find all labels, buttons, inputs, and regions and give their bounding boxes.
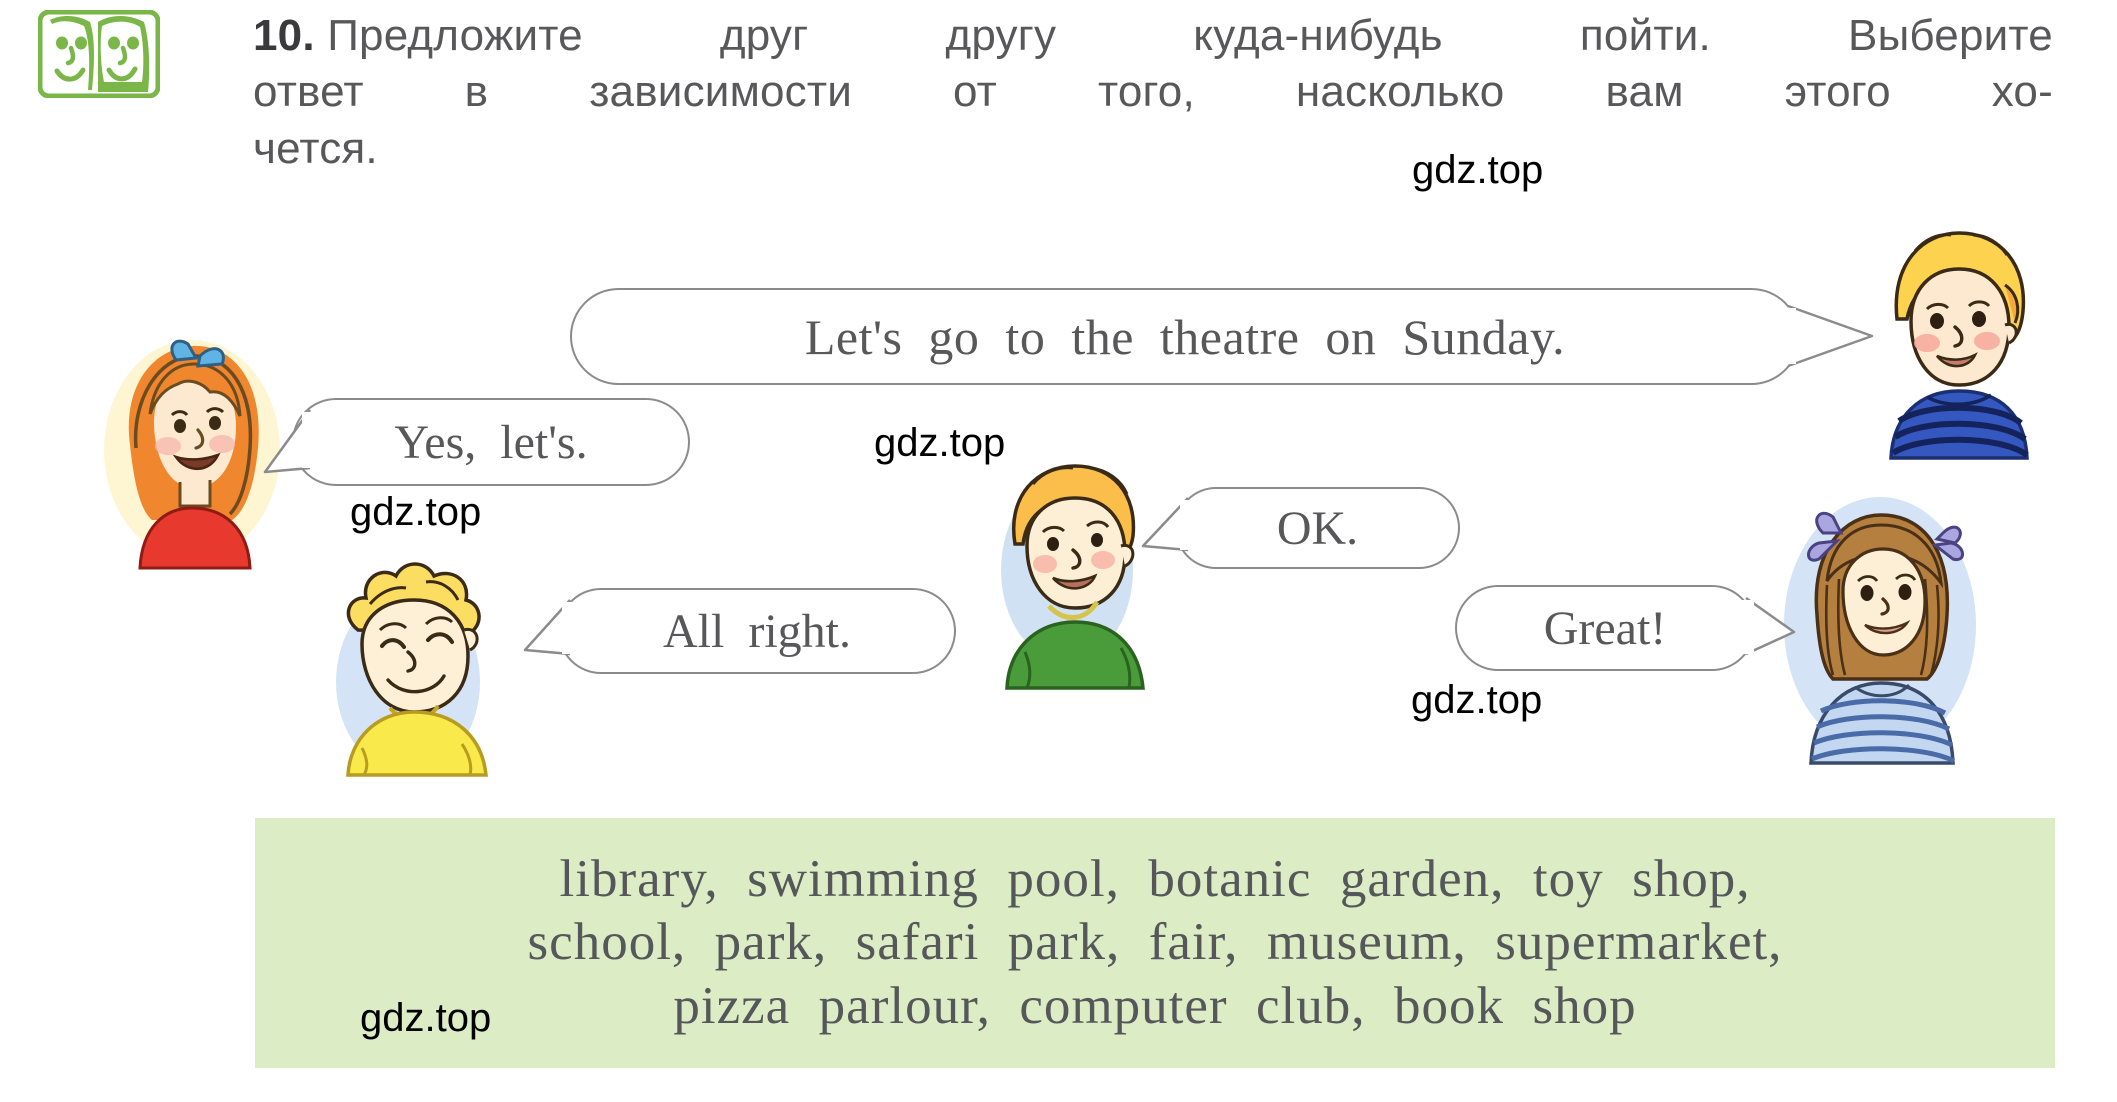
exercise-instruction: 10. Предложите друг другу куда-нибудь по… (253, 8, 2053, 177)
instruction-line-1: 10. Предложите друг другу куда-нибудь по… (253, 8, 2053, 64)
speech-bubble-great: Great! (1455, 585, 1755, 671)
speech-bubble-prompt-tail (1786, 304, 1874, 368)
speech-bubble-great-tail (1742, 596, 1796, 656)
word-bank-line-3: pizza parlour, computer club, book shop (673, 976, 1637, 1035)
word: хо- (1991, 67, 2053, 117)
watermark: gdz.top (360, 996, 492, 1040)
speech-bubble-yes-lets-tail (263, 409, 312, 474)
watermark: gdz.top (874, 421, 1006, 465)
word: от (952, 67, 998, 117)
watermark: gdz.top (1412, 148, 1544, 192)
speech-bubble-all-right-text: All right. (663, 604, 851, 658)
word: Предложите (327, 11, 583, 60)
speech-bubble-yes-lets: Yes, let's. (292, 398, 690, 486)
word: в (464, 67, 489, 117)
exercise-number: 10. (253, 11, 315, 60)
character-boy-yellow-shirt (322, 552, 527, 777)
speech-bubble-ok: OK. (1175, 487, 1460, 569)
word: этого (1784, 67, 1891, 117)
word: пойти. (1579, 11, 1711, 60)
word: того, (1097, 67, 1195, 117)
pair-work-icon (37, 9, 161, 99)
word: насколько (1295, 67, 1505, 117)
word-bank-text: library, swimming pool, botanic garden, … (255, 818, 2055, 1068)
word: вам (1605, 67, 1684, 117)
character-boy-blue-striped-sweater (1855, 215, 2055, 460)
speech-bubble-all-right-tail (523, 599, 572, 656)
character-girl-striped-shirt (1775, 485, 1985, 765)
instruction-line-2: ответ в зависимости от того, насколько в… (253, 64, 2053, 120)
word: другу (945, 11, 1057, 60)
word-bank-line-1: library, swimming pool, botanic garden, … (559, 850, 1751, 909)
word-bank-line-2: school, park, safari park, fair, museum,… (527, 913, 1783, 972)
speech-bubble-great-text: Great! (1543, 601, 1667, 655)
word-bank-box: library, swimming pool, botanic garden, … (255, 818, 2055, 1068)
watermark: gdz.top (1411, 678, 1543, 722)
word: ответ (253, 67, 364, 117)
word: Выберите (1848, 11, 2053, 60)
word: друг (719, 11, 809, 60)
instruction-line-3: чется. (253, 121, 2053, 177)
word: зависимости (589, 67, 853, 117)
speech-bubble-prompt-text: Let's go to the theatre on Sunday. (804, 308, 1566, 365)
speech-bubble-all-right: All right. (558, 588, 956, 674)
speech-bubble-prompt: Let's go to the theatre on Sunday. (570, 288, 1800, 385)
speech-bubble-yes-lets-text: Yes, let's. (394, 415, 588, 469)
watermark: gdz.top (350, 490, 482, 534)
speech-bubble-ok-text: OK. (1276, 501, 1359, 555)
speech-bubble-ok-tail (1141, 497, 1190, 552)
word: куда-нибудь (1193, 11, 1443, 60)
word: чется. (253, 123, 378, 173)
